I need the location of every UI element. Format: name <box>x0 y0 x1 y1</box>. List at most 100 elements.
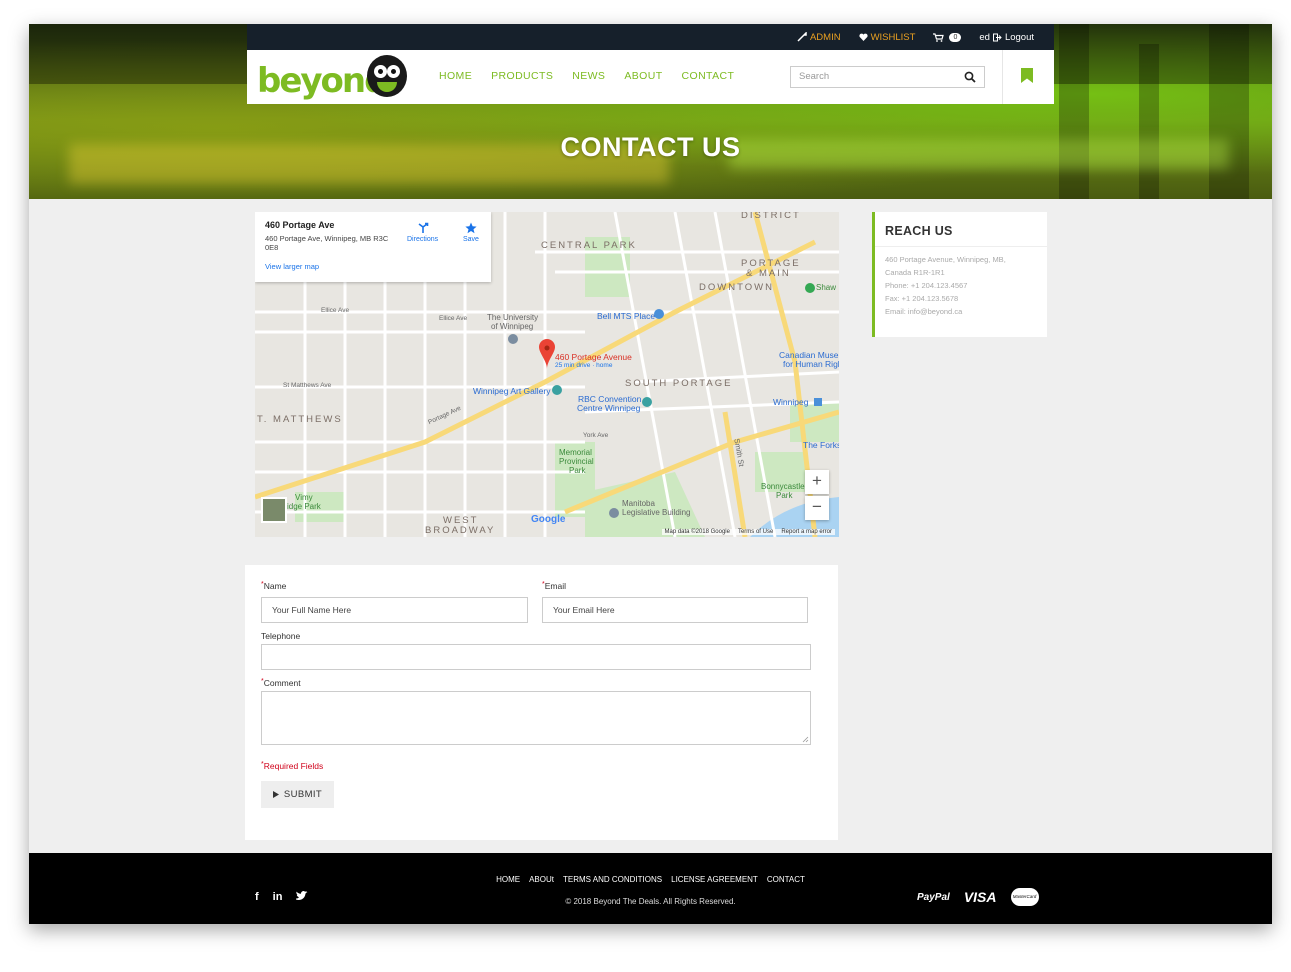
google-map[interactable]: 460 Portage Ave 460 Portage Ave, Winnipe… <box>255 212 839 537</box>
user-logout[interactable]: ed Logout <box>979 32 1034 43</box>
hero-shade <box>1059 24 1089 199</box>
heart-icon <box>858 33 868 41</box>
admin-link[interactable]: ADMIN <box>797 32 841 43</box>
map-poi-label: Centre Winnipeg <box>577 403 641 413</box>
zoom-out-button[interactable]: − <box>805 496 829 520</box>
footer-link-terms[interactable]: TERMS AND CONDITIONS <box>563 875 662 884</box>
submit-label: SUBMIT <box>283 789 323 800</box>
footer-link-home[interactable]: HOME <box>496 875 520 884</box>
directions-icon <box>418 222 428 233</box>
admin-label: ADMIN <box>809 31 841 43</box>
map-report-link[interactable]: Report a map error <box>781 529 832 535</box>
map-poi-label: Vimy <box>295 493 313 502</box>
map-pin-sublabel: 25 min drive · home <box>555 362 613 369</box>
resize-handle-icon[interactable] <box>802 736 809 743</box>
nav-divider <box>1002 50 1003 104</box>
reach-us-card: REACH US 460 Portage Avenue, Winnipeg, M… <box>872 212 1047 337</box>
name-label-text: Name <box>263 581 287 591</box>
map-label: CENTRAL PARK <box>541 240 637 251</box>
footer-link-license[interactable]: LICENSE AGREEMENT <box>671 875 758 884</box>
search-placeholder: Search <box>799 71 830 82</box>
nav-contact[interactable]: CONTACT <box>682 70 735 82</box>
required-fields-note: *Required Fields <box>261 761 323 771</box>
contact-form: *Name Your Full Name Here *Email Your Em… <box>245 565 838 840</box>
map-poi-label: of Winnipeg <box>491 322 534 331</box>
map-poi-label: Bonnycastle <box>761 482 805 491</box>
save-place-button[interactable]: Save <box>463 222 479 243</box>
payment-methods: PayPal VISA MasterCard <box>917 888 1039 906</box>
email-field[interactable]: Your Email Here <box>542 597 808 623</box>
map-poi-label: The Forks <box>803 440 839 450</box>
name-placeholder: Your Full Name Here <box>272 605 352 615</box>
zoom-in-button[interactable]: + <box>805 470 829 494</box>
logout-icon <box>992 33 1002 41</box>
visa-logo: VISA <box>963 889 997 905</box>
logout-label: Logout <box>1004 31 1034 43</box>
map-poi-label: Winnipeg Art Gallery <box>473 386 551 396</box>
map-info-title: 460 Portage Ave <box>265 220 335 230</box>
map-poi-label: for Human Righ <box>783 359 839 369</box>
required-note-text: Required Fields <box>263 761 324 771</box>
map-poi-label: The University <box>487 313 539 322</box>
email-label: *Email <box>542 581 566 591</box>
map-poi-label: Winnipeg <box>773 397 809 407</box>
footer-link-contact[interactable]: CONTACT <box>767 875 805 884</box>
search-input[interactable]: Search <box>790 66 985 88</box>
hero-shade <box>1209 24 1249 199</box>
comment-textarea[interactable] <box>261 691 811 745</box>
cart-link[interactable]: 0 <box>933 32 962 42</box>
page-frame: ADMIN WISHLIST 0 ed Logout beyond HOME P… <box>29 24 1272 924</box>
bookmark-icon[interactable] <box>1021 68 1033 83</box>
satellite-toggle[interactable] <box>261 497 287 523</box>
view-larger-map-link[interactable]: View larger map <box>265 262 481 271</box>
map-terms-link[interactable]: Terms of Use <box>738 529 773 535</box>
footer-link-about[interactable]: ABOUt <box>529 875 554 884</box>
reach-us-title: REACH US <box>885 224 953 238</box>
map-street-label: Ellice Ave <box>321 307 350 314</box>
comment-label-text: Comment <box>263 678 301 688</box>
map-street-label: Ellice Ave <box>439 315 468 322</box>
map-label: T. MATTHEWS <box>257 414 343 425</box>
copyright-text: © 2018 Beyond The Deals. All Rights Rese… <box>565 897 736 906</box>
brand-logo[interactable]: beyond <box>257 55 407 101</box>
google-logo: Google <box>531 514 566 525</box>
nav-about[interactable]: ABOUT <box>624 70 662 82</box>
submit-button[interactable]: SUBMIT <box>261 781 334 808</box>
map-label: SOUTH PORTAGE <box>625 378 733 389</box>
map-poi-label: Park <box>776 491 793 500</box>
main-navbar: beyond HOME PRODUCTS NEWS ABOUT CONTACT … <box>247 50 1054 104</box>
mascot-eye <box>374 65 387 78</box>
map-info-address: 460 Portage Ave, Winnipeg, MB R3C 0E8 <box>265 234 389 252</box>
map-label: DOWNTOWN <box>699 282 774 293</box>
map-poi-label: Legislative Building <box>622 508 691 517</box>
save-label: Save <box>463 236 479 243</box>
reach-address: 460 Portage Avenue, Winnipeg, MB, <box>885 255 1006 264</box>
map-poi-label: Memorial <box>559 448 592 457</box>
comment-label: *Comment <box>261 678 301 688</box>
reach-email[interactable]: Email: info@beyond.ca <box>885 305 1037 318</box>
telephone-label: Telephone <box>261 631 301 641</box>
top-utility-bar: ADMIN WISHLIST 0 ed Logout <box>247 24 1054 50</box>
reach-fax: Fax: +1 204.123.5678 <box>885 294 959 303</box>
map-street-label: York Ave <box>583 432 609 439</box>
nav-news[interactable]: NEWS <box>572 70 605 82</box>
hero-shade <box>1139 44 1159 199</box>
mastercard-logo: MasterCard <box>1010 888 1039 906</box>
directions-button[interactable]: Directions <box>407 222 438 243</box>
wishlist-link[interactable]: WISHLIST <box>858 32 915 43</box>
reach-phone: Phone: +1 204.123.4567 <box>885 281 968 290</box>
directions-label: Directions <box>407 236 439 243</box>
email-placeholder: Your Email Here <box>553 605 615 615</box>
name-label: *Name <box>261 581 286 591</box>
paypal-logo: PayPal <box>917 891 950 903</box>
mascot-mouth <box>377 82 397 92</box>
map-attribution: Map data ©2018 Google Terms of Use Repor… <box>661 529 835 535</box>
primary-nav: HOME PRODUCTS NEWS ABOUT CONTACT <box>439 70 734 82</box>
mascot-eye <box>387 65 400 78</box>
nav-home[interactable]: HOME <box>439 70 472 82</box>
search-icon[interactable] <box>964 71 976 83</box>
reach-address-2: Canada R1R-1R1 <box>885 268 945 277</box>
nav-products[interactable]: PRODUCTS <box>491 70 553 82</box>
name-field[interactable]: Your Full Name Here <box>261 597 528 623</box>
telephone-field[interactable] <box>261 644 811 670</box>
